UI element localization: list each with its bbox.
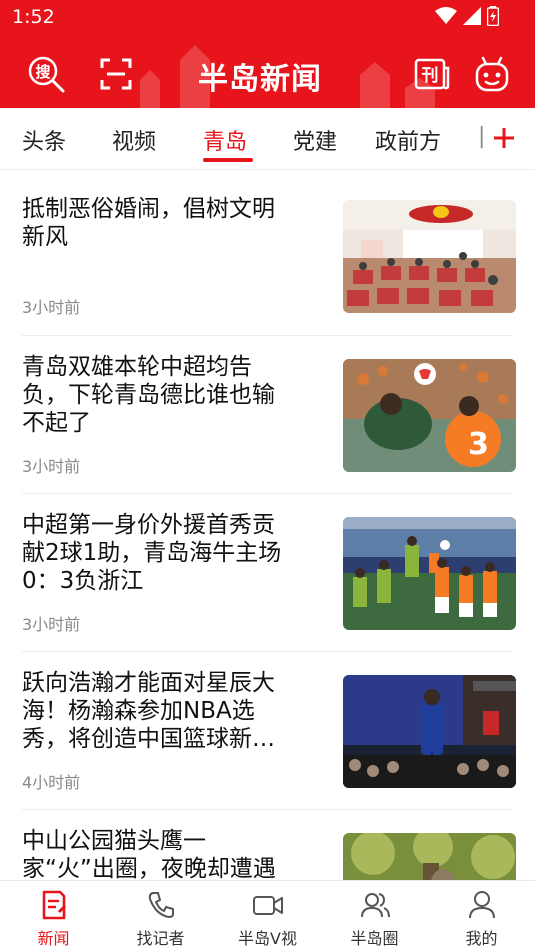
nav-label: 新闻: [37, 929, 70, 948]
news-thumbnail: [343, 200, 516, 313]
wifi-icon: [435, 7, 457, 24]
channel-tabs: 头条 视频 青岛 党建 政前方 |: [0, 108, 535, 170]
status-bar: 1:52: [0, 0, 535, 36]
app-screen: { "status_bar": { "time": "1:52" }, "hea…: [0, 0, 535, 951]
nav-news[interactable]: 新闻: [0, 881, 107, 951]
video-icon: [253, 896, 283, 915]
news-item[interactable]: 跃向浩瀚才能面对星辰大海！杨瀚森参加NBA选秀，将创造中国篮球新… 4小时前: [0, 645, 535, 803]
epaper-button[interactable]: 刊: [412, 54, 452, 94]
search-button[interactable]: 搜: [26, 54, 66, 94]
search-icon-char: 搜: [35, 63, 51, 81]
scan-button[interactable]: [96, 54, 136, 94]
news-time: 3小时前: [22, 615, 81, 634]
newspaper-icon: 刊: [414, 58, 450, 90]
news-title: 跃向浩瀚才能面对星辰大海！杨瀚森参加NBA选秀，将创造中国篮球新…: [22, 670, 275, 752]
news-item[interactable]: 中山公园猫头鹰一家“火”出圈，夜晚却遭遇: [0, 803, 535, 880]
news-thumbnail: [343, 833, 516, 880]
nba-draft-photo: [343, 675, 516, 788]
nav-find-reporter[interactable]: 找记者: [107, 881, 214, 951]
signal-icon: [463, 7, 481, 25]
news-item[interactable]: 中超第一身价外援首秀贡献2球1助，青岛海牛主场0：3负浙江 3小时前: [0, 487, 535, 645]
battery-icon: [487, 6, 499, 26]
brand-logo: 半岛新闻: [198, 62, 322, 97]
add-channel-button[interactable]: [488, 122, 520, 154]
nav-label: 找记者: [136, 929, 185, 948]
scan-icon: [100, 58, 132, 90]
bottom-navigation: 新闻 找记者 半岛V视 半岛圈 我的: [0, 880, 535, 951]
people-icon: [361, 893, 390, 918]
plus-icon: [494, 128, 514, 148]
phone-icon: [148, 892, 174, 918]
tab-qingdao[interactable]: 青岛: [203, 124, 247, 156]
epaper-icon-char: 刊: [422, 66, 439, 86]
status-icons: [435, 6, 499, 26]
status-time: 1:52: [12, 6, 55, 28]
news-thumbnail: 3: [343, 359, 516, 472]
news-icon: [42, 890, 66, 920]
nav-label: 半岛圈: [350, 929, 399, 948]
news-time: 3小时前: [22, 457, 81, 476]
nav-mine[interactable]: 我的: [428, 881, 535, 951]
news-item[interactable]: 青岛双雄本轮中超均告负，下轮青岛德比谁也输不起了 3小时前 3: [0, 329, 535, 487]
news-time: 4小时前: [22, 773, 81, 792]
soccer-header-photo: 3: [343, 359, 516, 472]
svg-text:3: 3: [468, 427, 489, 462]
news-thumbnail: [343, 675, 516, 788]
app-header: 1:52 搜 半岛新闻 刊: [0, 0, 535, 108]
tab-video[interactable]: 视频: [112, 124, 156, 156]
news-thumbnail: [343, 517, 516, 630]
news-item[interactable]: 抵制恶俗婚闹，倡树文明新风 3小时前: [0, 171, 535, 329]
nav-circle[interactable]: 半岛圈: [321, 881, 428, 951]
news-title: 中超第一身价外援首秀贡献2球1助，青岛海牛主场0：3负浙江: [22, 512, 282, 594]
search-icon: 搜: [28, 56, 65, 93]
news-title: 抵制恶俗婚闹，倡树文明新风: [22, 196, 275, 250]
nav-label: 半岛V视: [238, 929, 297, 948]
soccer-match-photo: [343, 517, 516, 630]
meeting-room-photo: [343, 200, 516, 313]
nav-label: 我的: [465, 929, 498, 948]
robot-assistant-button[interactable]: [472, 54, 512, 94]
tab-headlines[interactable]: 头条: [22, 124, 66, 156]
news-title: 青岛双雄本轮中超均告负，下轮青岛德比谁也输不起了: [22, 354, 275, 436]
news-feed[interactable]: 抵制恶俗婚闹，倡树文明新风 3小时前 青岛双雄本轮中超均告负，下轮青岛德比谁也输…: [0, 171, 535, 880]
news-title: 中山公园猫头鹰一家“火”出圈，夜晚却遭遇: [22, 828, 276, 880]
active-tab-indicator: [203, 158, 253, 162]
news-time: 3小时前: [22, 298, 81, 317]
robot-icon: [475, 56, 509, 92]
owl-tree-photo: [343, 833, 516, 880]
top-toolbar: 搜 半岛新闻 刊: [0, 40, 535, 108]
tab-politics[interactable]: 政前方: [375, 124, 441, 156]
nav-video[interactable]: 半岛V视: [214, 881, 321, 951]
tab-party-building[interactable]: 党建: [293, 124, 337, 156]
profile-icon: [469, 891, 495, 919]
